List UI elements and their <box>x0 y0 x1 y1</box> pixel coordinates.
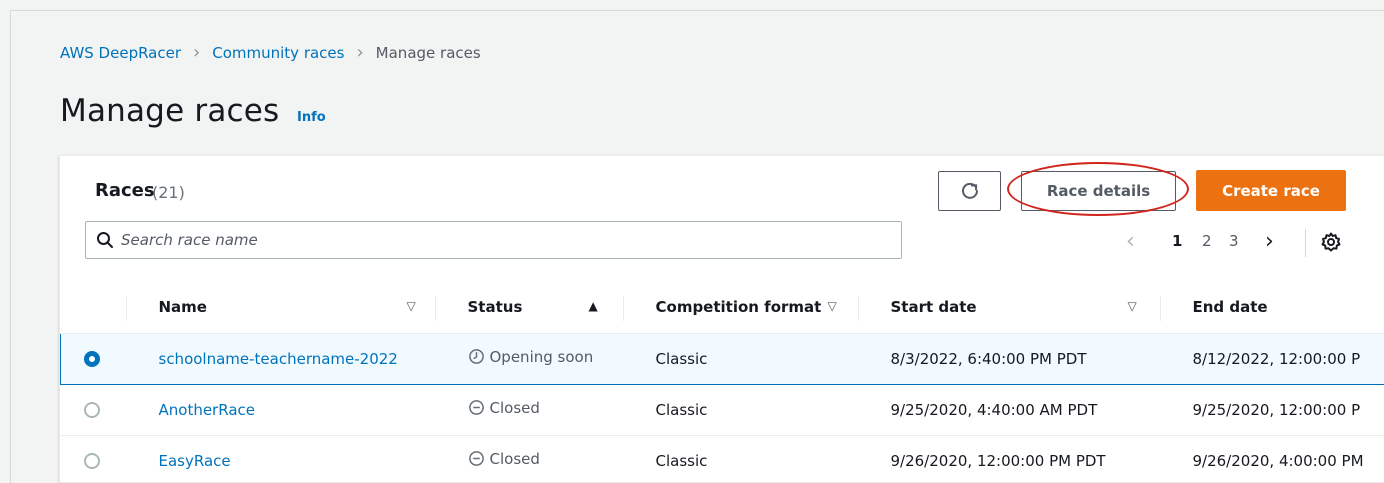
status-label: Closed <box>489 398 540 417</box>
sort-ascending-icon[interactable]: ▲ <box>589 299 598 313</box>
breadcrumb-aws-deepracer[interactable]: AWS DeepRacer <box>60 44 181 62</box>
row-select-cell[interactable] <box>60 435 126 483</box>
pagination-next-icon[interactable]: › <box>1265 228 1274 254</box>
column-header-competition-format[interactable]: Competition format ▽ <box>622 282 858 334</box>
search-input[interactable] <box>121 231 881 249</box>
column-divider <box>1159 296 1161 321</box>
start-date-cell: 9/26/2020, 12:00:00 PM PDT <box>857 435 1160 483</box>
breadcrumb-community-races[interactable]: Community races <box>212 44 344 62</box>
row-radio-button[interactable] <box>83 453 100 469</box>
row-select-cell[interactable] <box>60 332 126 385</box>
race-name-link[interactable]: schoolname-teachername-2022 <box>159 350 398 368</box>
races-count: (21) <box>152 183 185 202</box>
table-row[interactable]: schoolname-teachername-2022 Opening soon… <box>60 332 1384 385</box>
status-cell: Closed <box>434 435 623 483</box>
column-label-end-date: End date <box>1192 298 1268 317</box>
pagination-page-2[interactable]: 2 <box>1202 228 1212 254</box>
refresh-button[interactable] <box>938 171 1001 211</box>
breadcrumb-manage-races: Manage races <box>375 44 481 62</box>
column-header-start-date[interactable]: Start date ▽ <box>857 282 1160 334</box>
column-label-status: Status <box>467 298 523 317</box>
column-divider <box>434 296 436 321</box>
top-divider <box>10 10 1384 11</box>
pagination-divider <box>1305 229 1306 257</box>
column-label-name: Name <box>158 298 207 317</box>
breadcrumb: AWS DeepRacer › Community races › Manage… <box>60 42 481 63</box>
sort-descending-icon[interactable]: ▽ <box>828 299 837 313</box>
race-name-link[interactable]: AnotherRace <box>159 401 256 419</box>
race-details-button[interactable]: Race details <box>1021 171 1176 211</box>
pagination-page-1[interactable]: 1 <box>1172 228 1182 254</box>
column-header-select <box>60 282 126 334</box>
table-row[interactable]: EasyRace Closed Classic 9/26/2020, 12:00… <box>60 435 1384 483</box>
row-radio-button[interactable] <box>84 351 100 367</box>
column-header-name[interactable]: Name ▽ <box>125 282 435 334</box>
column-label-start-date: Start date <box>890 298 977 317</box>
race-name-cell: EasyRace <box>125 435 435 483</box>
end-date-cell: 9/26/2020, 4:00:00 PM <box>1159 435 1384 483</box>
column-header-status[interactable]: Status ▲ <box>434 282 623 334</box>
start-date-cell: 9/25/2020, 4:40:00 AM PDT <box>857 384 1160 436</box>
gear-icon[interactable] <box>1320 231 1342 253</box>
status-cell: Closed <box>434 384 623 436</box>
info-link[interactable]: Info <box>297 110 326 125</box>
breadcrumb-separator-icon: › <box>356 42 364 63</box>
races-panel-title: Races <box>95 180 155 201</box>
format-cell: Classic <box>622 384 858 436</box>
create-race-button[interactable]: Create race <box>1196 170 1346 211</box>
page-title: Manage races <box>60 93 280 129</box>
table-row[interactable]: AnotherRace Closed Classic 9/25/2020, 4:… <box>60 384 1384 436</box>
minus-circle-icon <box>468 451 484 467</box>
column-header-end-date[interactable]: End date <box>1159 282 1384 334</box>
row-radio-button[interactable] <box>83 402 100 418</box>
format-cell: Classic <box>622 332 858 385</box>
sort-descending-icon[interactable]: ▽ <box>407 299 416 313</box>
clock-icon <box>468 349 484 365</box>
column-divider <box>125 296 127 321</box>
end-date-cell: 9/25/2020, 12:00:00 P <box>1159 384 1384 436</box>
race-name-link[interactable]: EasyRace <box>159 452 231 470</box>
minus-circle-icon <box>468 400 484 416</box>
left-divider <box>10 10 11 483</box>
search-box[interactable] <box>85 221 902 259</box>
column-divider <box>622 296 624 321</box>
status-label: Opening soon <box>489 347 594 366</box>
end-date-cell: 8/12/2022, 12:00:00 P <box>1159 332 1384 385</box>
sort-descending-icon[interactable]: ▽ <box>1128 299 1137 313</box>
start-date-cell: 8/3/2022, 6:40:00 PM PDT <box>857 332 1160 385</box>
column-label-competition-format: Competition format <box>655 298 822 317</box>
breadcrumb-separator-icon: › <box>193 42 201 63</box>
format-cell: Classic <box>622 435 858 483</box>
column-divider <box>857 296 859 321</box>
race-name-cell: AnotherRace <box>125 384 435 436</box>
pagination-previous-icon[interactable]: ‹ <box>1126 228 1135 254</box>
row-select-cell[interactable] <box>60 384 126 436</box>
refresh-icon <box>961 182 978 199</box>
status-label: Closed <box>489 449 540 468</box>
races-table: Name ▽ Status ▲ Competition format ▽ Sta… <box>60 282 1384 483</box>
table-header-row: Name ▽ Status ▲ Competition format ▽ Sta… <box>60 282 1384 334</box>
status-cell: Opening soon <box>434 332 623 385</box>
search-icon <box>97 232 113 248</box>
pagination-page-3[interactable]: 3 <box>1229 228 1239 254</box>
race-name-cell: schoolname-teachername-2022 <box>125 332 435 385</box>
